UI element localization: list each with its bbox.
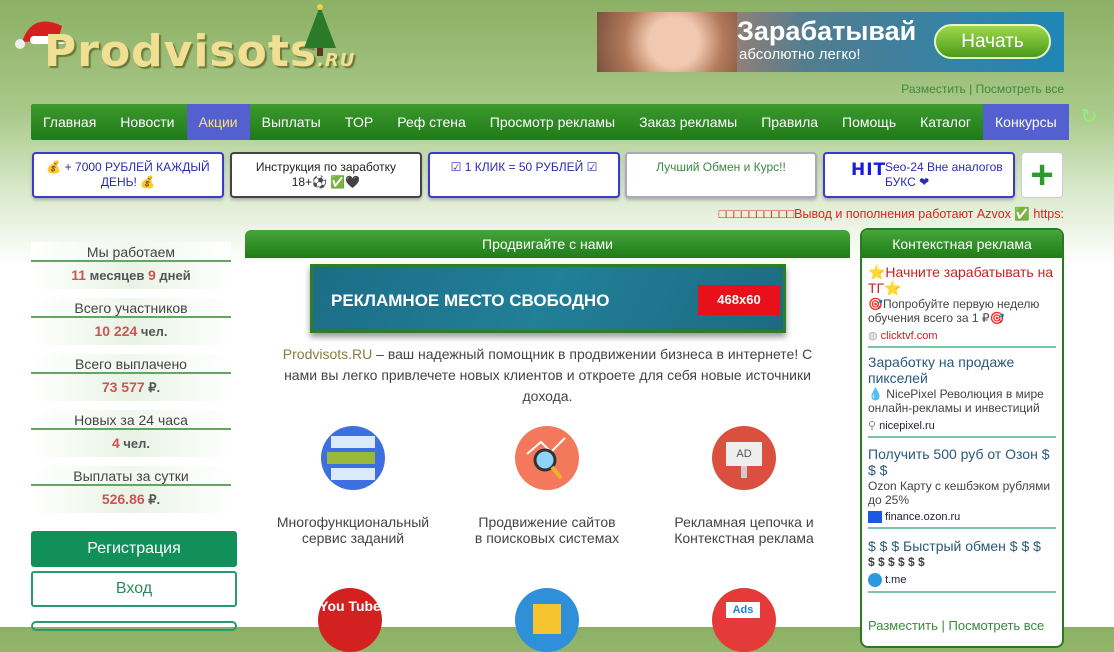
link-button[interactable]: Лучший Обмен и Курс!! [625,152,817,198]
place-ad-link[interactable]: Разместить [901,82,966,96]
link-button-label: Seo-24 Вне аналогов БУКС ❤ [885,160,1003,189]
stat-paid-day: Выплаты за сутки 526.86 ₽. [31,466,231,516]
feature-ad-chain[interactable]: AD Рекламная цепочка и Контекстная реклама [649,426,839,546]
context-view-all-link[interactable]: Посмотреть все [949,618,1045,633]
stat-value: 4 чел. [31,430,231,457]
link-button[interactable]: Инструкция по заработку 18+⚽ ✅🖤 [230,152,422,198]
main-nav: Главная Новости Акции Выплаты TOP Реф ст… [31,104,1097,140]
stat-title: Всего участников [31,298,231,318]
nav-order-ads[interactable]: Заказ рекламы [627,104,749,140]
context-ad[interactable]: Заработку на продаже пикселей 💧 NicePixel… [868,354,1056,438]
nav-promotions[interactable]: Акции [186,104,250,140]
tasks-icon [321,426,385,490]
billboard-ad-icon: AD [712,426,776,490]
promote-header: Продвигайте с нами [245,230,850,258]
stat-members: Всего участников 10 224 чел. [31,298,231,348]
context-links: Разместить | Посмотреть все [868,618,1045,633]
context-ad[interactable]: ⭐Начните зарабатывать на ТГ⭐ 🎯Попробуйте … [868,264,1056,348]
stat-value: 11 месяцев 9 дней [31,262,231,289]
stat-title: Всего выплачено [31,354,231,374]
link-button[interactable]: 💰 + 7000 РУБЛЕЙ КАЖДЫЙ ДЕНЬ! 💰 [32,152,224,198]
nav-view-ads[interactable]: Просмотр рекламы [478,104,627,140]
feature-email[interactable] [452,588,642,652]
nav-top[interactable]: TOP [333,104,386,140]
stat-value: 10 224 чел. [31,318,231,345]
nav-ref-wall[interactable]: Реф стена [385,104,477,140]
telegram-icon [868,573,882,587]
top-ad-links: Разместить | Посмотреть все [901,82,1064,96]
stat-paid-total: Всего выплачено 73 577 ₽. [31,354,231,404]
stat-title: Выплаты за сутки [31,466,231,486]
refresh-icon[interactable]: ↻ [1069,104,1110,140]
stat-title: Мы работаем [31,242,231,262]
login-button[interactable]: Вход [31,571,237,607]
pixel-icon: ⚲ [868,420,880,432]
youtube-icon: You Tube [318,588,382,652]
stat-title: Новых за 24 часа [31,410,231,430]
feature-ads[interactable]: Ads [649,588,839,652]
nav-rules[interactable]: Правила [749,104,830,140]
site-logo[interactable]: Prodvisots.RU [12,4,354,77]
christmas-tree-icon [304,4,336,56]
separator: | [965,82,976,96]
context-ad[interactable]: $ $ $ Быстрый обмен $ $ $ $ $ $ $ $ $ t.m… [868,538,1056,593]
ad-slot-banner[interactable]: РЕКЛАМНОЕ МЕСТО СВОБОДНО 468x60 [310,264,786,333]
context-place-link[interactable]: Разместить [868,618,938,633]
feature-youtube[interactable]: You Tube [255,588,445,652]
add-link-button[interactable]: + [1021,152,1063,198]
register-button[interactable]: Регистрация [31,531,237,567]
banner-title: Зарабатывай [737,16,917,46]
stat-value: 73 577 ₽. [31,374,231,401]
context-ads-header: Контекстная реклама [862,230,1062,258]
seo-search-icon [515,426,579,490]
link-button[interactable]: HIT Seo-24 Вне аналогов БУКС ❤ [823,152,1015,198]
nav-home[interactable]: Главная [31,104,108,140]
context-ads-panel: Контекстная реклама ⭐Начните зарабатыват… [860,228,1064,648]
globe-icon: ◍ [868,330,881,342]
stat-working: Мы работаем 11 месяцев 9 дней [31,242,231,292]
top-banner-ad[interactable]: Зарабатывай абсолютно легко! Начать [597,12,1064,72]
ads-icon: Ads [712,588,776,652]
banner-start-button[interactable]: Начать [934,24,1051,59]
nav-news[interactable]: Новости [108,104,186,140]
nav-payouts[interactable]: Выплаты [250,104,333,140]
email-icon [515,588,579,652]
stat-new-24h: Новых за 24 часа 4 чел. [31,410,231,460]
feature-tasks[interactable]: Многофункциональный сервис заданий [258,426,448,546]
ad-slot-size: 468x60 [698,285,780,315]
nav-help[interactable]: Помощь [830,104,908,140]
logo-text: Prodvisots [44,26,318,77]
extra-button[interactable] [31,621,237,631]
intro-text: Prodvisots.RU – ваш надежный помощник в … [275,344,820,407]
link-button[interactable]: ☑ 1 КЛИК = 50 РУБЛЕЙ ☑ [428,152,620,198]
ozon-icon [868,511,882,524]
banner-image [597,12,737,72]
nav-contests[interactable]: Конкурсы [983,104,1069,140]
hit-badge: HIT [851,160,887,180]
context-ad[interactable]: Получить 500 руб от Озон $ $ $ Ozon Карту… [868,446,1056,530]
ad-slot-text: РЕКЛАМНОЕ МЕСТО СВОБОДНО [331,291,610,310]
intro-brand: Prodvisots.RU [282,346,373,362]
view-all-link[interactable]: Посмотреть все [976,82,1064,96]
banner-subtitle: абсолютно легко! [739,46,861,63]
stat-value: 526.86 ₽. [31,486,231,513]
feature-seo[interactable]: Продвижение сайтов в поисковых системах [452,426,642,546]
nav-catalog[interactable]: Каталог [908,104,983,140]
news-ticker[interactable]: □□□□□□□□□□Вывод и пополнения работают Az… [719,207,1064,222]
